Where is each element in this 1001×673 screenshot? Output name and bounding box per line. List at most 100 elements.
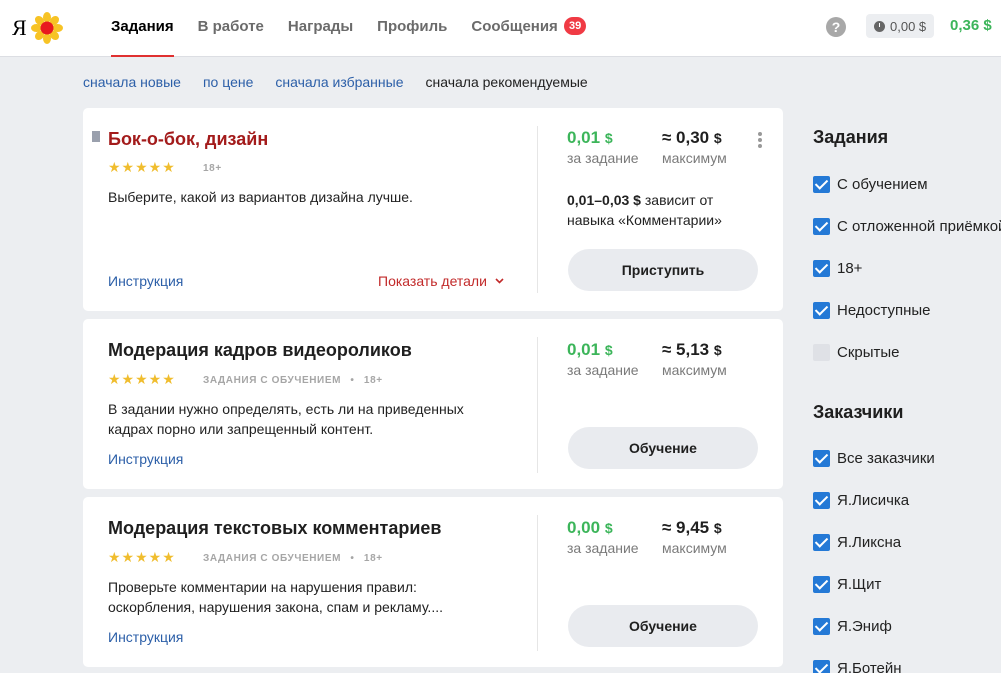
max-label: максимум (662, 150, 727, 166)
checkbox-checked-icon[interactable] (813, 533, 830, 551)
training-badge: ЗАДАНИЯ С ОБУЧЕНИЕМ • 18+ (203, 553, 383, 564)
filter-hidden[interactable]: Скрытые (813, 331, 1001, 373)
age-badge: 18+ (363, 375, 383, 386)
instruction-link[interactable]: Инструкция (108, 629, 183, 645)
price-block: 0,01 $ за задание (567, 340, 639, 378)
filter-label: Скрытые (837, 343, 900, 361)
requester-all[interactable]: Все заказчики (813, 437, 935, 479)
task-description: Выберите, какой из вариантов дизайна луч… (108, 189, 413, 205)
logo[interactable]: Я (12, 12, 63, 44)
card-divider (537, 515, 538, 651)
checkbox-checked-icon[interactable] (813, 449, 830, 467)
task-card[interactable]: Бок-о-бок, дизайн ★★★★★ 18+ Выберите, ка… (83, 108, 783, 311)
max-currency: $ (713, 342, 722, 358)
sort-by-price[interactable]: по цене (203, 74, 253, 90)
max-value: ≈ 9,45 (662, 518, 710, 537)
price-currency: $ (604, 520, 613, 536)
rating-stars: ★★★★★ (108, 549, 176, 565)
filter-delayed-acceptance[interactable]: С отложенной приёмкой (813, 205, 1001, 247)
checkbox-checked-icon[interactable] (813, 301, 830, 319)
training-label: ЗАДАНИЯ С ОБУЧЕНИЕМ (203, 375, 342, 386)
task-description: В задании нужно определять, есть ли на п… (108, 401, 464, 437)
tab-profile-label: Профиль (377, 18, 448, 35)
task-title[interactable]: Модерация кадров видеороликов (108, 340, 412, 361)
requester-item[interactable]: Я.Ликсна (813, 521, 935, 563)
balance-chip[interactable]: 0,00 $ (866, 14, 935, 38)
price-label: за задание (567, 540, 639, 556)
top-header: Я Задания В работе Награды Профиль Сообщ… (0, 0, 1001, 57)
tab-in-progress[interactable]: В работе (198, 0, 264, 57)
meta-separator: • (350, 375, 355, 386)
checkbox-checked-icon[interactable] (813, 617, 830, 635)
checkbox-checked-icon[interactable] (813, 175, 830, 193)
sort-newest[interactable]: сначала новые (83, 74, 181, 90)
max-value: ≈ 0,30 (662, 128, 710, 147)
messages-count-badge: 39 (564, 17, 587, 35)
max-label: максимум (662, 362, 727, 378)
price-value: 0,01 (567, 340, 601, 359)
tab-tasks[interactable]: Задания (111, 0, 174, 57)
max-block: ≈ 5,13 $ максимум (662, 340, 727, 378)
checkbox-checked-icon[interactable] (813, 659, 830, 673)
instruction-link[interactable]: Инструкция (108, 273, 183, 289)
bookmark-icon[interactable] (92, 131, 100, 145)
rating-stars: ★★★★★ (108, 371, 176, 387)
checkbox-checked-icon[interactable] (813, 217, 830, 235)
filter-adult[interactable]: 18+ (813, 247, 1001, 289)
filter-label: С отложенной приёмкой (837, 217, 1001, 235)
checkbox-unchecked-icon[interactable] (813, 343, 830, 361)
help-icon[interactable]: ? (826, 17, 846, 37)
filter-label: 18+ (837, 259, 863, 277)
filter-with-training[interactable]: С обучением (813, 163, 1001, 205)
start-button[interactable]: Приступить (568, 249, 758, 291)
price-currency: $ (604, 342, 613, 358)
chevron-down-icon (495, 278, 504, 284)
requester-item[interactable]: Я.Ботейн (813, 647, 935, 673)
filters-title: Задания (813, 127, 889, 147)
max-block: ≈ 9,45 $ максимум (662, 518, 727, 556)
tab-profile[interactable]: Профиль (377, 0, 447, 57)
task-title[interactable]: Бок-о-бок, дизайн (108, 129, 268, 150)
training-button[interactable]: Обучение (568, 605, 758, 647)
task-title[interactable]: Модерация текстовых комментариев (108, 518, 441, 539)
requester-label: Все заказчики (837, 449, 935, 467)
task-filters: Задания С обучением С отложенной приёмко… (813, 127, 1001, 373)
rating-stars: ★★★★★ (108, 159, 176, 175)
earnings-value[interactable]: 0,36 $ (950, 17, 992, 34)
task-description: Проверьте комментарии на нарушения прави… (108, 579, 443, 615)
requester-item[interactable]: Я.Лисичка (813, 479, 935, 521)
tab-messages[interactable]: Сообщения 39 (471, 0, 587, 57)
training-button[interactable]: Обучение (568, 427, 758, 469)
checkbox-checked-icon[interactable] (813, 259, 830, 277)
filter-unavailable[interactable]: Недоступные (813, 289, 1001, 331)
task-card[interactable]: Модерация текстовых комментариев ★★★★★ З… (83, 497, 783, 667)
price-value: 0,00 (567, 518, 601, 537)
requester-item[interactable]: Я.Щит (813, 563, 935, 605)
logo-letter: Я (12, 15, 27, 40)
card-divider (537, 337, 538, 473)
task-card[interactable]: Модерация кадров видеороликов ★★★★★ ЗАДА… (83, 319, 783, 489)
price-currency: $ (604, 130, 613, 146)
skill-pricing: 0,01–0,03 $ зависит от навыка «Комментар… (567, 190, 742, 230)
filter-label: Недоступные (837, 301, 931, 319)
checkbox-checked-icon[interactable] (813, 575, 830, 593)
more-options-icon[interactable] (758, 132, 762, 150)
tab-rewards[interactable]: Награды (288, 0, 353, 57)
price-block: 0,00 $ за задание (567, 518, 639, 556)
balance-value: 0,00 $ (890, 18, 927, 34)
show-details-label: Показать детали (378, 273, 487, 289)
requester-item[interactable]: Я.Эниф (813, 605, 935, 647)
requester-filters: Заказчики Все заказчики Я.Лисичка Я.Ликс… (813, 402, 935, 673)
card-divider (537, 126, 538, 293)
sort-options: сначала новые по цене сначала избранные … (83, 74, 610, 90)
show-details-link[interactable]: Показать детали (378, 273, 504, 289)
age-badge: 18+ (363, 553, 383, 564)
instruction-link[interactable]: Инструкция (108, 451, 183, 467)
checkbox-checked-icon[interactable] (813, 491, 830, 509)
requesters-title: Заказчики (813, 402, 904, 422)
sort-recommended[interactable]: сначала рекомендуемые (426, 74, 588, 90)
skill-amount: 0,01–0,03 $ (567, 192, 641, 208)
sort-favorites[interactable]: сначала избранные (275, 74, 403, 90)
sun-flower-icon (30, 12, 63, 44)
filter-label: С обучением (837, 175, 928, 193)
